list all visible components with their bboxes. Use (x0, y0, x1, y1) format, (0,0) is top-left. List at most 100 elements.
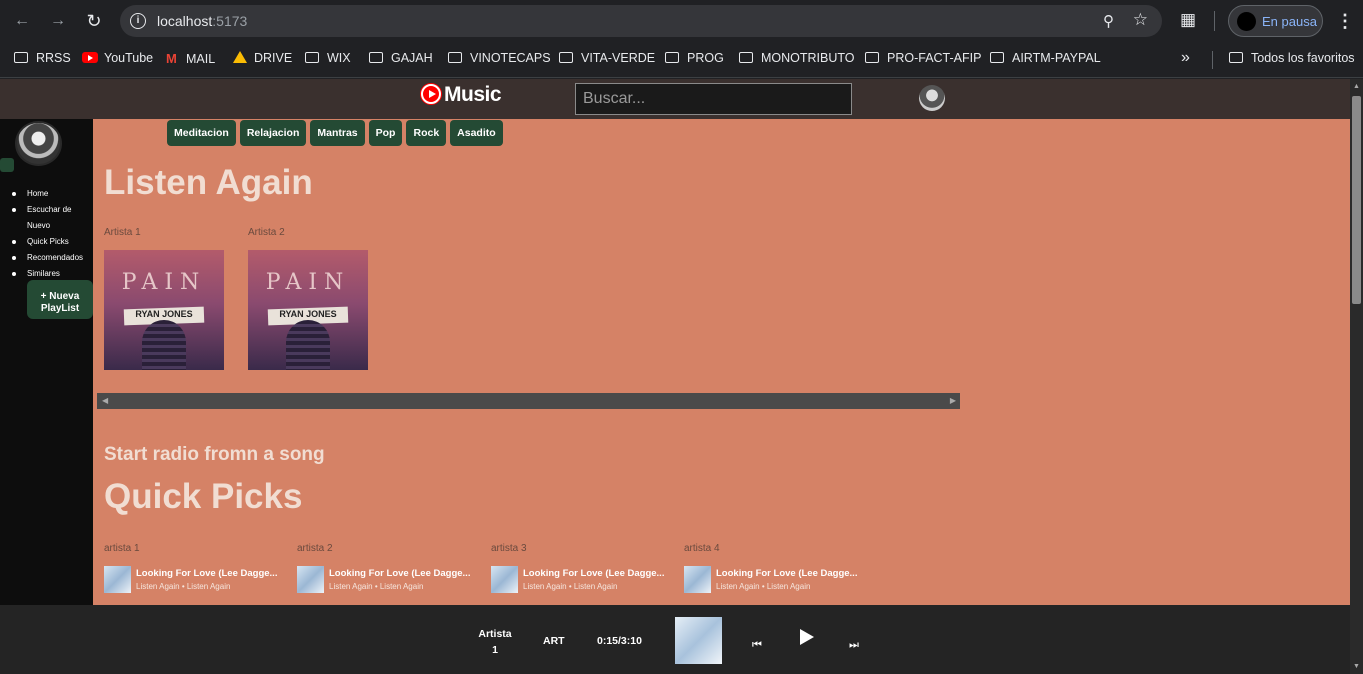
folder-icon (448, 52, 462, 63)
cover-artist-name: RYAN JONES (279, 309, 337, 319)
start-radio-title: Start radio fromn a song (104, 444, 325, 465)
bookmark-mail[interactable]: M MAIL (166, 51, 215, 66)
chip-relajacion[interactable]: Relajacion (239, 120, 307, 146)
card-artist: Artista 2 (248, 227, 285, 238)
scrollbar-thumb[interactable] (1352, 96, 1361, 304)
all-bookmarks[interactable]: Todos los favoritos (1229, 51, 1355, 65)
cover-person-image (286, 320, 330, 370)
sidebar-item-recomendados[interactable]: Recomendados (11, 250, 91, 266)
folder-icon (1229, 52, 1243, 63)
chip-mantras[interactable]: Mantras (310, 120, 365, 146)
song-thumbnail[interactable] (104, 566, 131, 593)
song-thumbnail[interactable] (491, 566, 518, 593)
song-row[interactable]: Looking For Love (Lee Dagge... Listen Ag… (684, 566, 874, 594)
listen-again-title: Listen Again (104, 163, 313, 202)
folder-icon (559, 52, 573, 63)
gmail-icon: M (166, 51, 177, 66)
horizontal-scrollbar[interactable]: ◀ ▶ (97, 393, 960, 409)
album-card[interactable]: Artista 1 PAIN RYAN JONES (104, 227, 224, 370)
bookmark-gajah[interactable]: GAJAH (369, 51, 433, 65)
forward-arrow-icon[interactable]: → (48, 11, 68, 31)
previous-track-icon[interactable]: ⏮ (752, 639, 762, 652)
app-logo[interactable]: Music (421, 83, 502, 107)
back-arrow-icon[interactable]: ← (12, 11, 32, 31)
chip-meditacion[interactable]: Meditacion (167, 120, 236, 146)
folder-icon (305, 52, 319, 63)
user-avatar[interactable] (919, 85, 945, 111)
song-thumbnail[interactable] (684, 566, 711, 593)
site-info-icon[interactable]: i (130, 13, 146, 29)
bookmark-prog[interactable]: PROG (665, 51, 724, 65)
song-thumbnail[interactable] (297, 566, 324, 593)
folder-icon (665, 52, 679, 63)
genre-chips: Meditacion Relajacion Mantras Pop Rock Asadit… (167, 120, 507, 146)
song-subtitle: Listen Again • Listen Again (523, 582, 618, 591)
song-row[interactable]: Looking For Love (Lee Dagge... Listen Ag… (297, 566, 487, 594)
profile-status: En pausa (1262, 14, 1317, 29)
profile-avatar (1237, 12, 1256, 31)
song-title: Looking For Love (Lee Dagge... (716, 568, 858, 579)
sidebar-item-home[interactable]: Home (11, 186, 91, 202)
song-row[interactable]: Looking For Love (Lee Dagge... Listen Ag… (104, 566, 294, 594)
address-bar[interactable]: i localhost:5173 ⚲ ☆ (120, 5, 1162, 37)
url-text[interactable]: localhost:5173 (157, 13, 247, 29)
folder-icon (990, 52, 1004, 63)
sidebar-item-quick-picks[interactable]: Quick Picks (11, 234, 91, 250)
next-track-icon[interactable]: ⏭ (849, 639, 859, 652)
bookmark-pro-fact-afip[interactable]: PRO-FACT-AFIP (865, 51, 981, 65)
bookmark-rrss[interactable]: RRSS (14, 51, 71, 65)
bookmark-youtube[interactable]: YouTube (82, 51, 153, 65)
reload-icon[interactable]: ↻ (84, 11, 104, 31)
player-time: 0:15/3:10 (597, 635, 642, 647)
chip-rock[interactable]: Rock (406, 120, 447, 146)
album-cover[interactable]: PAIN RYAN JONES (104, 250, 224, 370)
bookmark-star-icon[interactable]: ☆ (1133, 10, 1148, 30)
sidebar-toggle-button[interactable] (0, 158, 14, 172)
quick-pick-item[interactable]: artista 1 Looking For Love (Lee Dagge...… (104, 543, 294, 594)
song-subtitle: Listen Again • Listen Again (136, 582, 231, 591)
quick-pick-item[interactable]: artista 2 Looking For Love (Lee Dagge...… (297, 543, 487, 594)
song-title: Looking For Love (Lee Dagge... (136, 568, 278, 579)
page-scrollbar[interactable]: ▲ ▼ (1350, 79, 1363, 674)
folder-icon (369, 52, 383, 63)
profile-button[interactable]: En pausa (1228, 5, 1323, 37)
quick-pick-item[interactable]: artista 3 Looking For Love (Lee Dagge...… (491, 543, 681, 594)
bookmark-vita-verde[interactable]: VITA-VERDE (559, 51, 655, 65)
quick-picks-title: Quick Picks (104, 477, 303, 516)
song-title: Looking For Love (Lee Dagge... (329, 568, 471, 579)
quick-pick-item[interactable]: artista 4 Looking For Love (Lee Dagge...… (684, 543, 874, 594)
scroll-left-icon[interactable]: ◀ (102, 396, 108, 405)
card-artist: Artista 1 (104, 227, 141, 238)
cover-title: PAIN (265, 270, 351, 295)
chip-asadito[interactable]: Asadito (450, 120, 503, 146)
bookmark-vinotecaps[interactable]: VINOTECAPS (448, 51, 551, 65)
sidebar-avatar (15, 121, 62, 166)
album-cover[interactable]: PAIN RYAN JONES (248, 250, 368, 370)
browser-menu-icon[interactable]: ⋮ (1336, 11, 1354, 32)
search-input[interactable] (575, 83, 852, 115)
player-art-label: ART (543, 635, 565, 647)
player-artist: Artista 1 (478, 628, 512, 656)
chip-pop[interactable]: Pop (368, 120, 403, 146)
scroll-right-icon[interactable]: ▶ (950, 396, 956, 405)
more-bookmarks-icon[interactable]: » (1181, 49, 1190, 67)
bookmark-monotributo[interactable]: MONOTRIBUTO (739, 51, 855, 65)
folder-icon (739, 52, 753, 63)
pick-artist: artista 2 (297, 543, 333, 554)
bookmark-drive[interactable]: DRIVE (233, 51, 292, 65)
song-subtitle: Listen Again • Listen Again (716, 582, 811, 591)
scroll-up-icon[interactable]: ▲ (1353, 83, 1360, 90)
zoom-icon[interactable]: ⚲ (1103, 12, 1114, 30)
pick-artist: artista 4 (684, 543, 720, 554)
play-icon[interactable] (800, 629, 814, 645)
new-playlist-button[interactable]: + Nueva PlayList (27, 280, 93, 319)
song-row[interactable]: Looking For Love (Lee Dagge... Listen Ag… (491, 566, 681, 594)
drive-icon (233, 51, 247, 63)
album-card[interactable]: Artista 2 PAIN RYAN JONES (248, 227, 368, 370)
bookmark-wix[interactable]: WIX (305, 51, 351, 65)
bookmark-airtm-paypal[interactable]: AIRTM-PAYPAL (990, 51, 1101, 65)
extensions-icon[interactable]: ▦ (1180, 10, 1200, 30)
sidebar-item-escuchar-de-nuevo[interactable]: Escuchar de Nuevo (11, 202, 91, 234)
bookmarks-bar: RRSS YouTube M MAIL DRIVE WIX GAJAH VINOT… (0, 42, 1363, 78)
scroll-down-icon[interactable]: ▼ (1353, 663, 1360, 670)
